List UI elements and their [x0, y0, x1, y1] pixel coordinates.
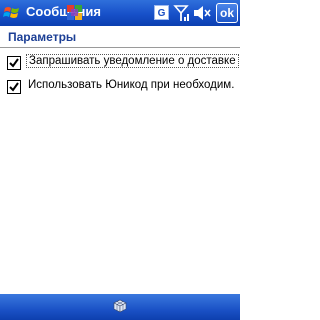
gprs-status-icon[interactable]: G — [154, 5, 169, 20]
keyboard-icon[interactable] — [111, 297, 129, 315]
signal-icon[interactable] — [173, 4, 189, 22]
volume-icon[interactable] — [193, 5, 211, 21]
delivery-report-option[interactable]: Запрашивать уведомление о доставке — [6, 54, 239, 72]
page-title: Параметры — [8, 30, 77, 44]
delivery-report-checkbox[interactable] — [7, 56, 21, 70]
title-bar: Сообщения G ok — [0, 0, 240, 26]
ok-button[interactable]: ok — [216, 3, 238, 23]
window-title: Сообщения — [26, 4, 101, 19]
notification-icon[interactable] — [66, 4, 84, 22]
check-mark-icon — [9, 82, 19, 92]
windows-start-icon[interactable] — [3, 4, 21, 22]
check-mark-icon — [9, 58, 19, 68]
delivery-report-label[interactable]: Запрашивать уведомление о доставке — [26, 54, 239, 68]
divider — [0, 47, 240, 48]
unicode-option[interactable]: Использовать Юникод при необходим. — [6, 78, 234, 96]
unicode-checkbox[interactable] — [7, 80, 21, 94]
unicode-label[interactable]: Использовать Юникод при необходим. — [26, 79, 236, 91]
